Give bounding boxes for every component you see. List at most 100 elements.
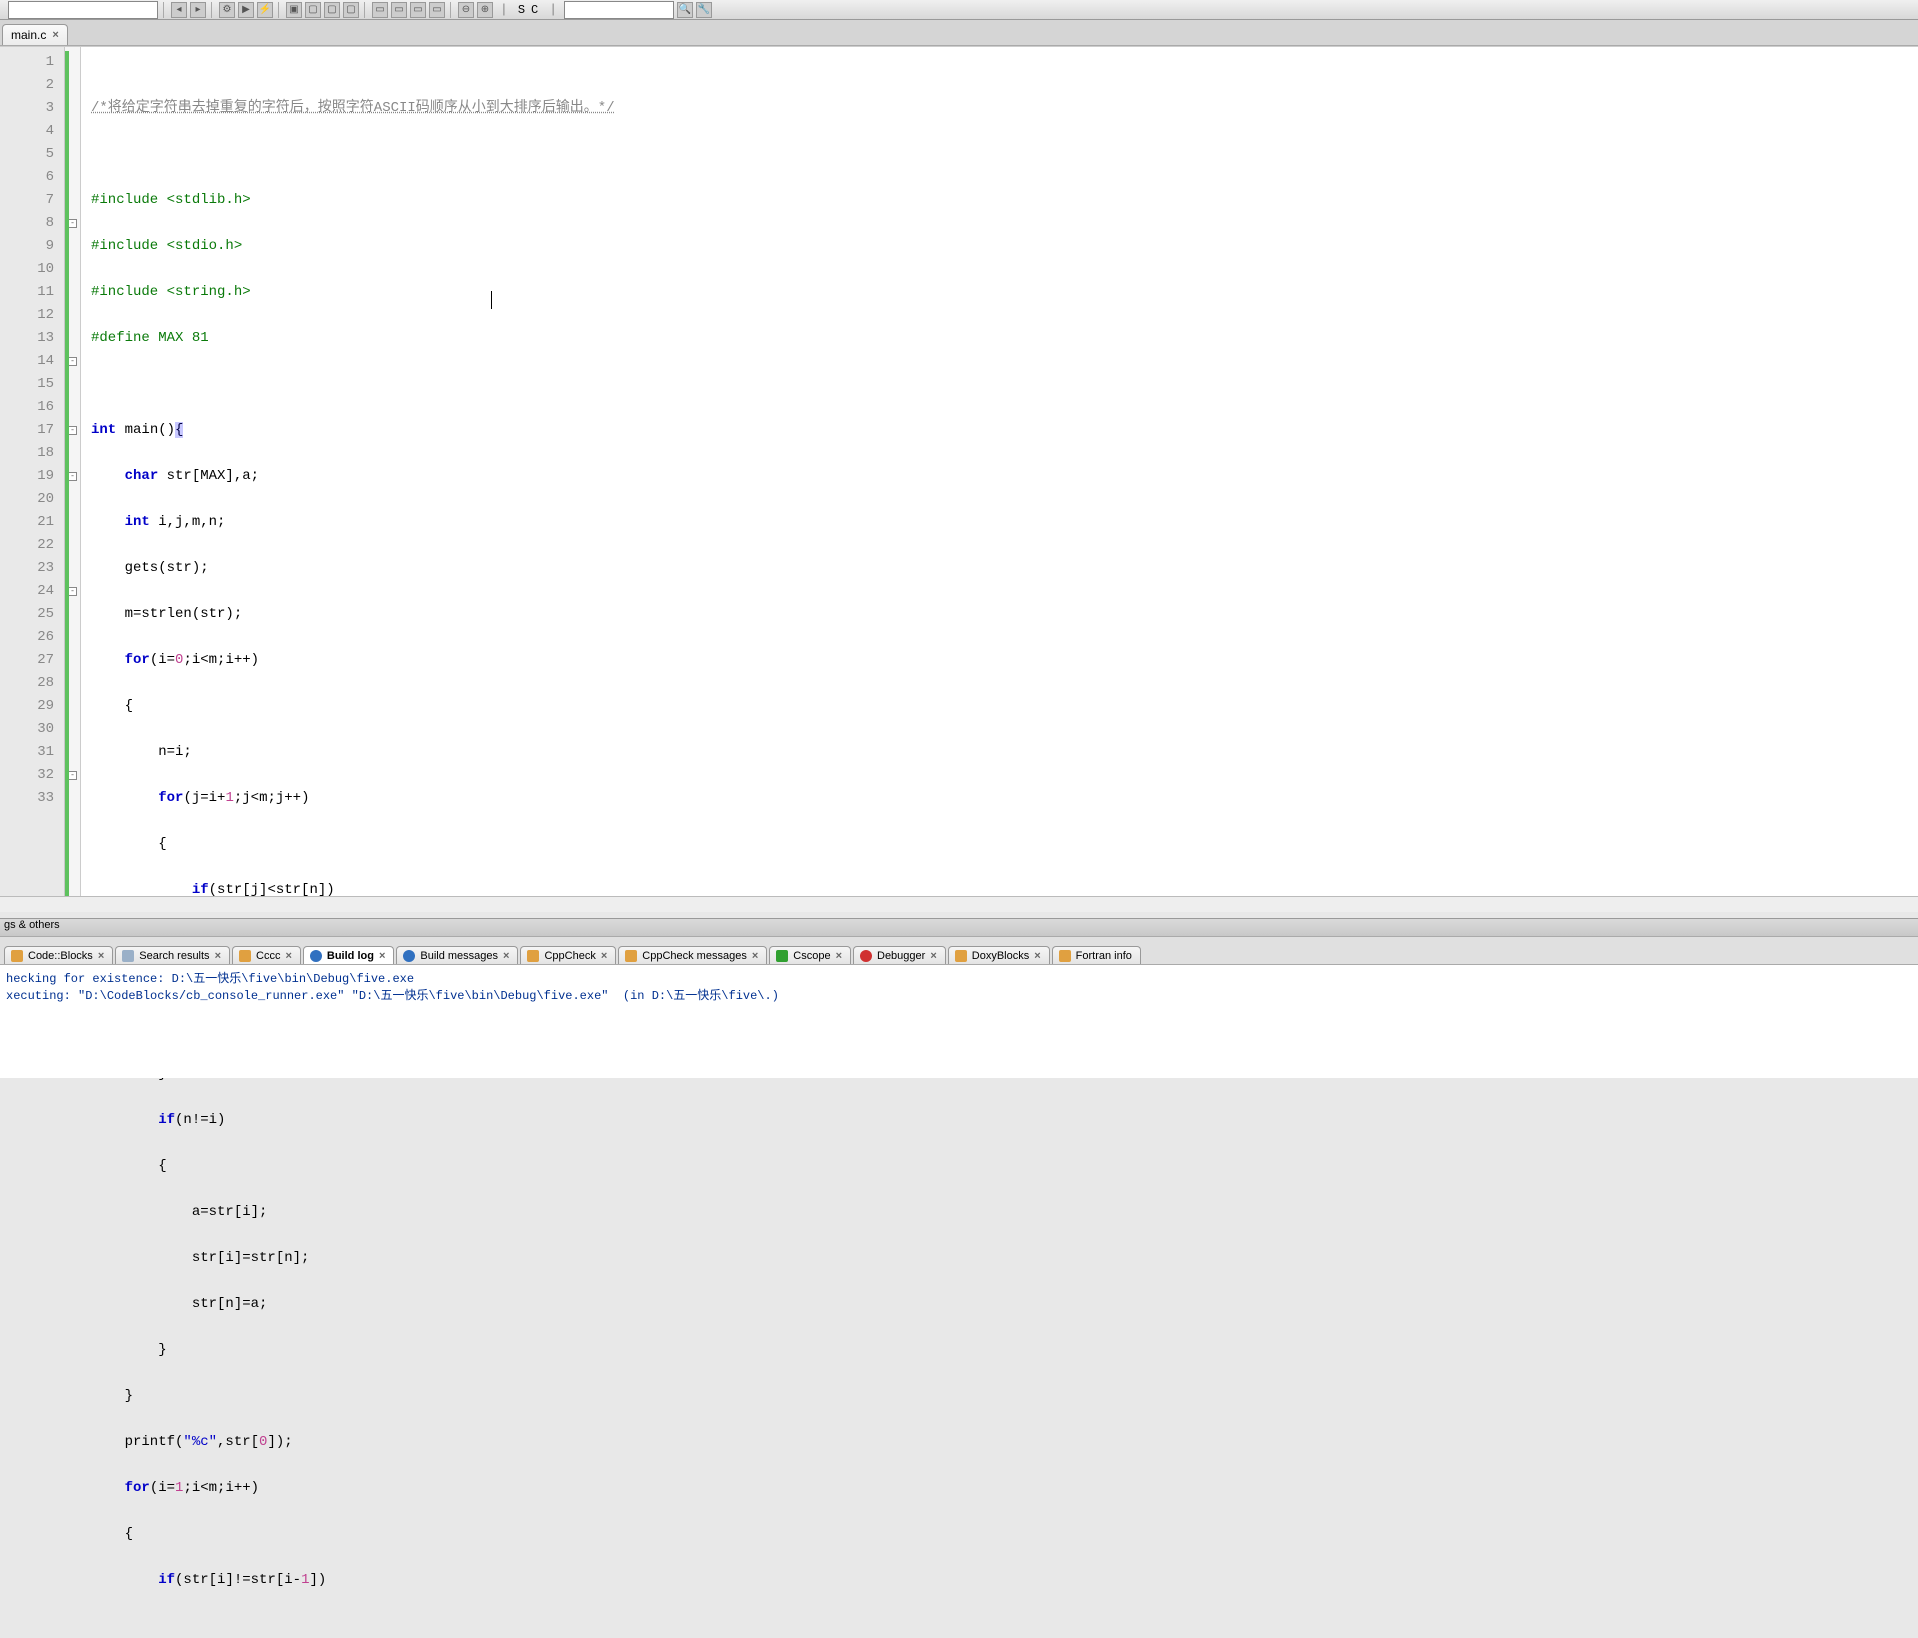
line-number: 24 — [0, 580, 54, 603]
tab-label: Code::Blocks — [28, 950, 93, 962]
search-icon — [122, 950, 134, 962]
tab-build-log[interactable]: Build log × — [303, 946, 394, 964]
code-text: } — [91, 1388, 133, 1404]
num: 1 — [175, 1480, 183, 1496]
code-text-area[interactable]: /*将给定字符串去掉重复的字符后，按照字符ASCII码顺序从小到大排序后输出。*… — [81, 47, 1918, 896]
warning-icon — [239, 950, 251, 962]
line-number: 12 — [0, 304, 54, 327]
line-number: 33 — [0, 787, 54, 810]
close-icon[interactable]: × — [98, 950, 104, 962]
line-number: 2 — [0, 74, 54, 97]
search-combo[interactable] — [564, 1, 674, 19]
warning-icon — [1059, 950, 1071, 962]
fold-toggle-icon[interactable]: - — [68, 771, 77, 780]
kw: int — [91, 422, 116, 438]
line-gutter: 1 2 3 4 5 6 7 8 9 10 11 12 13 14 15 16 1… — [0, 47, 65, 896]
line-number: 22 — [0, 534, 54, 557]
close-icon[interactable]: × — [930, 950, 936, 962]
code-text: m=strlen(str); — [91, 606, 242, 622]
tab-fortran-info[interactable]: Fortran info — [1052, 946, 1141, 964]
line-number: 8 — [0, 212, 54, 235]
num: 0 — [259, 1434, 267, 1450]
fold-strip: - - - - - - — [65, 47, 81, 896]
zoom-out-icon[interactable]: ⊖ — [458, 2, 474, 18]
logs-panel: gs & others Code::Blocks× Search results… — [0, 918, 1918, 1078]
close-icon[interactable]: × — [215, 950, 221, 962]
tab-label: Cccc — [256, 950, 280, 962]
warning-icon — [625, 950, 637, 962]
line-number: 17 — [0, 419, 54, 442]
c-button[interactable]: C — [531, 3, 538, 17]
build-run-icon[interactable]: ⚡ — [257, 2, 273, 18]
line-number: 4 — [0, 120, 54, 143]
kw: char — [125, 468, 159, 484]
code-text: { — [91, 1158, 167, 1174]
win3-icon[interactable]: ▭ — [410, 2, 426, 18]
code-text: a=str[i]; — [91, 1204, 267, 1220]
close-icon[interactable]: × — [379, 950, 385, 962]
s-button[interactable]: S — [518, 3, 525, 17]
fold-toggle-icon[interactable]: - — [68, 357, 77, 366]
tab-main-c[interactable]: main.c × — [2, 24, 68, 45]
nav-fwd-icon[interactable]: ▸ — [190, 2, 206, 18]
close-icon[interactable]: × — [1034, 950, 1040, 962]
bug-icon — [860, 950, 872, 962]
line-number: 11 — [0, 281, 54, 304]
fold-toggle-icon[interactable]: - — [68, 426, 77, 435]
tab-debugger[interactable]: Debugger× — [853, 946, 946, 964]
build-log-body[interactable]: hecking for existence: D:\五一快乐\five\bin\… — [0, 965, 1918, 1078]
step-over-icon[interactable]: ▢ — [324, 2, 340, 18]
step-icon[interactable]: ▢ — [305, 2, 321, 18]
toolbar-combo-1[interactable] — [8, 1, 158, 19]
code-text: } — [91, 1342, 167, 1358]
line-number: 1 — [0, 51, 54, 74]
close-icon[interactable]: × — [503, 950, 509, 962]
build-icon — [310, 950, 322, 962]
code-text: (j=i+ — [183, 790, 225, 806]
line-number: 5 — [0, 143, 54, 166]
code-text: ]); — [267, 1434, 292, 1450]
line-number: 26 — [0, 626, 54, 649]
run-icon[interactable]: ▶ — [238, 2, 254, 18]
close-icon[interactable]: × — [836, 950, 842, 962]
step-out-icon[interactable]: ▢ — [343, 2, 359, 18]
kw: for — [158, 790, 183, 806]
line-number: 25 — [0, 603, 54, 626]
close-icon[interactable]: × — [601, 950, 607, 962]
tab-label: main.c — [11, 28, 46, 42]
tab-build-messages[interactable]: Build messages× — [396, 946, 518, 964]
line-number: 21 — [0, 511, 54, 534]
code-text: str[MAX],a; — [158, 468, 259, 484]
tab-cppcheck[interactable]: CppCheck × — [520, 946, 616, 964]
tab-doxyblocks[interactable]: DoxyBlocks× — [948, 946, 1050, 964]
code-text: ;i<m;i++) — [183, 652, 259, 668]
fold-toggle-icon[interactable]: - — [68, 219, 77, 228]
code-text: { — [91, 698, 133, 714]
fold-toggle-icon[interactable]: - — [68, 472, 77, 481]
tab-search-results[interactable]: Search results× — [115, 946, 230, 964]
tab-label: CppCheck — [544, 950, 595, 962]
nav-back-icon[interactable]: ◂ — [171, 2, 187, 18]
search-icon[interactable]: 🔍 — [677, 2, 693, 18]
build-icon[interactable]: ⚙ — [219, 2, 235, 18]
debug-icon[interactable]: ▣ — [286, 2, 302, 18]
tab-codeblocks[interactable]: Code::Blocks × — [4, 946, 113, 964]
tab-label: Build log — [327, 950, 374, 962]
code-text: str[i]=str[n]; — [91, 1250, 309, 1266]
win1-icon[interactable]: ▭ — [372, 2, 388, 18]
close-icon[interactable]: × — [752, 950, 758, 962]
win4-icon[interactable]: ▭ — [429, 2, 445, 18]
tab-cccc[interactable]: Cccc × — [232, 946, 301, 964]
win2-icon[interactable]: ▭ — [391, 2, 407, 18]
brace-hl: { — [175, 422, 183, 438]
close-icon[interactable]: × — [52, 29, 58, 41]
editor-tabs: main.c × — [0, 20, 1918, 46]
zoom-in-icon[interactable]: ⊕ — [477, 2, 493, 18]
code-text: gets(str); — [91, 560, 209, 576]
code-text: ;i<m;i++) — [183, 1480, 259, 1496]
tab-cppcheck-messages[interactable]: CppCheck messages× — [618, 946, 767, 964]
fold-toggle-icon[interactable]: - — [68, 587, 77, 596]
close-icon[interactable]: × — [285, 950, 291, 962]
tools-icon[interactable]: 🔧 — [696, 2, 712, 18]
tab-cscope[interactable]: Cscope× — [769, 946, 851, 964]
